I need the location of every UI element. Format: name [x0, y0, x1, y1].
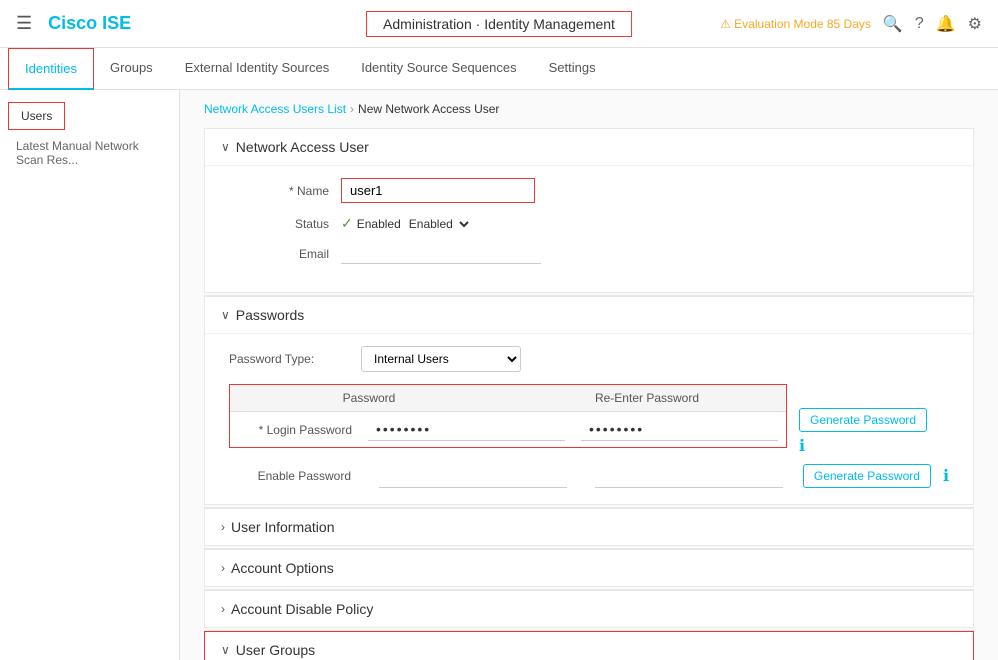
account-options-chevron: › — [221, 561, 225, 575]
header-left: ☰ Cisco ISE — [16, 13, 131, 34]
user-groups-header[interactable]: ∨ User Groups — [205, 632, 973, 660]
main-layout: Users Latest Manual Network Scan Res... … — [0, 90, 998, 660]
user-information-section: › User Information — [204, 508, 974, 546]
password-col-header: Password — [230, 385, 508, 411]
password-type-label: Password Type: — [229, 352, 349, 366]
name-input-wrapper — [341, 178, 535, 203]
account-options-title: Account Options — [231, 560, 334, 576]
status-value: Enabled — [357, 217, 401, 231]
user-information-header[interactable]: › User Information — [205, 509, 973, 545]
password-type-select[interactable]: Internal Users — [361, 346, 521, 372]
main-content: Network Access Users List › New Network … — [180, 90, 998, 660]
account-disable-policy-chevron: › — [221, 602, 225, 616]
top-nav: Identities Groups External Identity Sour… — [0, 48, 998, 90]
passwords-title: Passwords — [236, 307, 304, 323]
status-check-icon: ✓ — [341, 215, 353, 232]
cisco-ise-logo: Cisco ISE — [48, 13, 131, 34]
account-disable-policy-header[interactable]: › Account Disable Policy — [205, 591, 973, 627]
breadcrumb-separator: › — [350, 102, 354, 116]
user-groups-title: User Groups — [236, 642, 315, 658]
network-access-user-section: ∨ Network Access User * Name Status ✓ En… — [204, 128, 974, 293]
tab-groups[interactable]: Groups — [94, 48, 169, 89]
passwords-header[interactable]: ∨ Passwords — [205, 297, 973, 334]
header: ☰ Cisco ISE Administration · Identity Ma… — [0, 0, 998, 48]
password-table: Password Re-Enter Password * Login Passw… — [229, 384, 787, 448]
generate-login-password-button[interactable]: Generate Password — [799, 408, 927, 432]
status-label: Status — [229, 217, 329, 231]
sidebar-subitem-scan[interactable]: Latest Manual Network Scan Res... — [0, 134, 179, 172]
status-badge: ✓ Enabled Enabled Disabled — [341, 215, 472, 232]
login-password-input[interactable] — [368, 418, 565, 441]
enable-password-row: Enable Password Generate Password ℹ — [229, 464, 949, 488]
enable-password-reenter-input[interactable] — [595, 465, 783, 488]
account-disable-policy-title: Account Disable Policy — [231, 601, 373, 617]
name-label: * Name — [229, 184, 329, 198]
notification-icon[interactable]: 🔔 — [936, 14, 956, 34]
login-password-row: * Login Password — [230, 412, 786, 447]
tab-settings[interactable]: Settings — [533, 48, 612, 89]
breadcrumb-link[interactable]: Network Access Users List — [204, 102, 346, 116]
account-options-header[interactable]: › Account Options — [205, 550, 973, 586]
user-groups-section: ∨ User Groups ⠿ ALL_ACCOUNTS (default) −… — [204, 631, 974, 660]
passwords-section: ∨ Passwords Password Type: Internal User… — [204, 296, 974, 505]
network-access-user-header[interactable]: ∨ Network Access User — [205, 129, 973, 166]
account-options-section: › Account Options — [204, 549, 974, 587]
password-actions-1: Generate Password ℹ — [799, 384, 927, 456]
passwords-body: Password Type: Internal Users Password R… — [205, 334, 973, 504]
sidebar: Users Latest Manual Network Scan Res... — [0, 90, 180, 660]
help-icon[interactable]: ? — [915, 15, 924, 33]
login-password-reenter-input[interactable] — [581, 418, 778, 441]
network-access-user-body: * Name Status ✓ Enabled Enabled Disabled — [205, 166, 973, 292]
page-title: Administration · Identity Management — [366, 11, 632, 37]
tab-external-identity-sources[interactable]: External Identity Sources — [169, 48, 346, 89]
enable-password-input[interactable] — [379, 465, 567, 488]
password-type-row: Password Type: Internal Users — [229, 346, 949, 372]
tab-identities[interactable]: Identities — [8, 48, 94, 90]
eval-warning-badge: ⚠ Evaluation Mode 85 Days — [720, 17, 871, 31]
email-row: Email — [229, 244, 949, 264]
status-row: Status ✓ Enabled Enabled Disabled — [229, 215, 949, 232]
login-password-label: * Login Password — [230, 423, 360, 437]
tab-identity-source-sequences[interactable]: Identity Source Sequences — [345, 48, 532, 89]
passwords-chevron: ∨ — [221, 308, 230, 322]
header-right: ⚠ Evaluation Mode 85 Days 🔍 ? 🔔 ⚙ — [720, 14, 982, 34]
user-information-chevron: › — [221, 520, 225, 534]
enable-password-info-icon[interactable]: ℹ — [943, 466, 949, 486]
user-information-title: User Information — [231, 519, 334, 535]
sidebar-item-users[interactable]: Users — [8, 102, 65, 130]
network-access-user-chevron: ∨ — [221, 140, 230, 154]
email-input[interactable] — [341, 244, 541, 264]
email-label: Email — [229, 247, 329, 261]
user-groups-chevron: ∨ — [221, 643, 230, 657]
password-table-header: Password Re-Enter Password — [230, 385, 786, 412]
status-dropdown[interactable]: Enabled Disabled — [405, 216, 472, 232]
network-access-user-title: Network Access User — [236, 139, 369, 155]
settings-icon[interactable]: ⚙ — [968, 14, 982, 34]
generate-enable-password-button[interactable]: Generate Password — [803, 464, 931, 488]
breadcrumb: Network Access Users List › New Network … — [204, 102, 974, 116]
hamburger-icon[interactable]: ☰ — [16, 13, 32, 34]
account-disable-policy-section: › Account Disable Policy — [204, 590, 974, 628]
breadcrumb-current: New Network Access User — [358, 102, 499, 116]
name-input[interactable] — [346, 181, 530, 200]
search-icon[interactable]: 🔍 — [883, 14, 903, 34]
reenter-col-header: Re-Enter Password — [508, 385, 786, 411]
enable-password-label: Enable Password — [229, 469, 359, 483]
login-password-info-icon[interactable]: ℹ — [799, 436, 927, 456]
name-row: * Name — [229, 178, 949, 203]
